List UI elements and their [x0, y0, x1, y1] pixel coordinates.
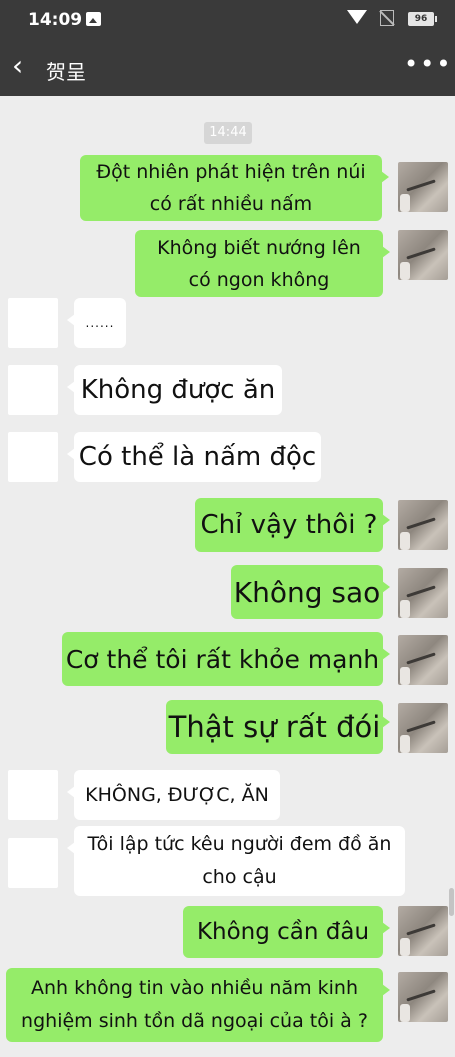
status-bar: 14:09 96 [0, 0, 455, 40]
received-message-bubble[interactable]: Có thể là nấm độc [67, 432, 321, 482]
sent-message-bubble[interactable]: Thật sự rất đói [166, 700, 390, 754]
back-arrow-icon[interactable]: ‹ [12, 52, 36, 84]
my-avatar[interactable] [398, 230, 448, 280]
more-options-icon[interactable]: ••• [404, 52, 450, 82]
my-avatar[interactable] [398, 972, 448, 1022]
contact-avatar[interactable] [8, 432, 58, 482]
image-icon [86, 12, 101, 26]
status-time: 14:09 [28, 10, 83, 30]
sent-message-bubble[interactable]: Cơ thể tôi rất khỏe mạnh [62, 632, 390, 686]
received-message-bubble[interactable]: ...... [67, 298, 126, 348]
sent-message-bubble[interactable]: Không biết nướng lên có ngon không [135, 230, 390, 297]
sent-message-bubble[interactable]: Không cần đâu [183, 906, 390, 958]
chat-scrollbar[interactable] [449, 888, 454, 916]
received-message-bubble[interactable]: Không được ăn [67, 365, 282, 415]
no-sim-icon [380, 10, 394, 26]
my-avatar[interactable] [398, 703, 448, 753]
contact-avatar[interactable] [8, 838, 58, 888]
battery-icon: 96 [408, 12, 437, 26]
my-avatar[interactable] [398, 162, 448, 212]
contact-avatar[interactable] [8, 365, 58, 415]
sent-message-bubble[interactable]: Chỉ vậy thôi ? [195, 498, 390, 552]
wifi-icon [347, 10, 367, 24]
message-timestamp: 14:44 [204, 122, 252, 144]
contact-avatar[interactable] [8, 770, 58, 820]
received-message-bubble[interactable]: KHÔNG, ĐƯỢC, ĂN [67, 770, 280, 820]
my-avatar[interactable] [398, 635, 448, 685]
chat-title: 贺呈 [46, 60, 86, 84]
my-avatar[interactable] [398, 568, 448, 618]
contact-avatar[interactable] [8, 298, 58, 348]
sent-message-bubble[interactable]: Đột nhiên phát hiện trên núi có rất nhiề… [80, 155, 389, 221]
my-avatar[interactable] [398, 500, 448, 550]
received-message-bubble[interactable]: Tôi lập tức kêu người đem đồ ăn cho cậu [67, 826, 405, 896]
my-avatar[interactable] [398, 906, 448, 956]
sent-message-bubble[interactable]: Không sao [231, 565, 390, 619]
sent-message-bubble[interactable]: Anh không tin vào nhiều năm kinh nghiệm … [6, 968, 390, 1042]
chat-header: ‹ 贺呈 ••• [0, 40, 455, 96]
